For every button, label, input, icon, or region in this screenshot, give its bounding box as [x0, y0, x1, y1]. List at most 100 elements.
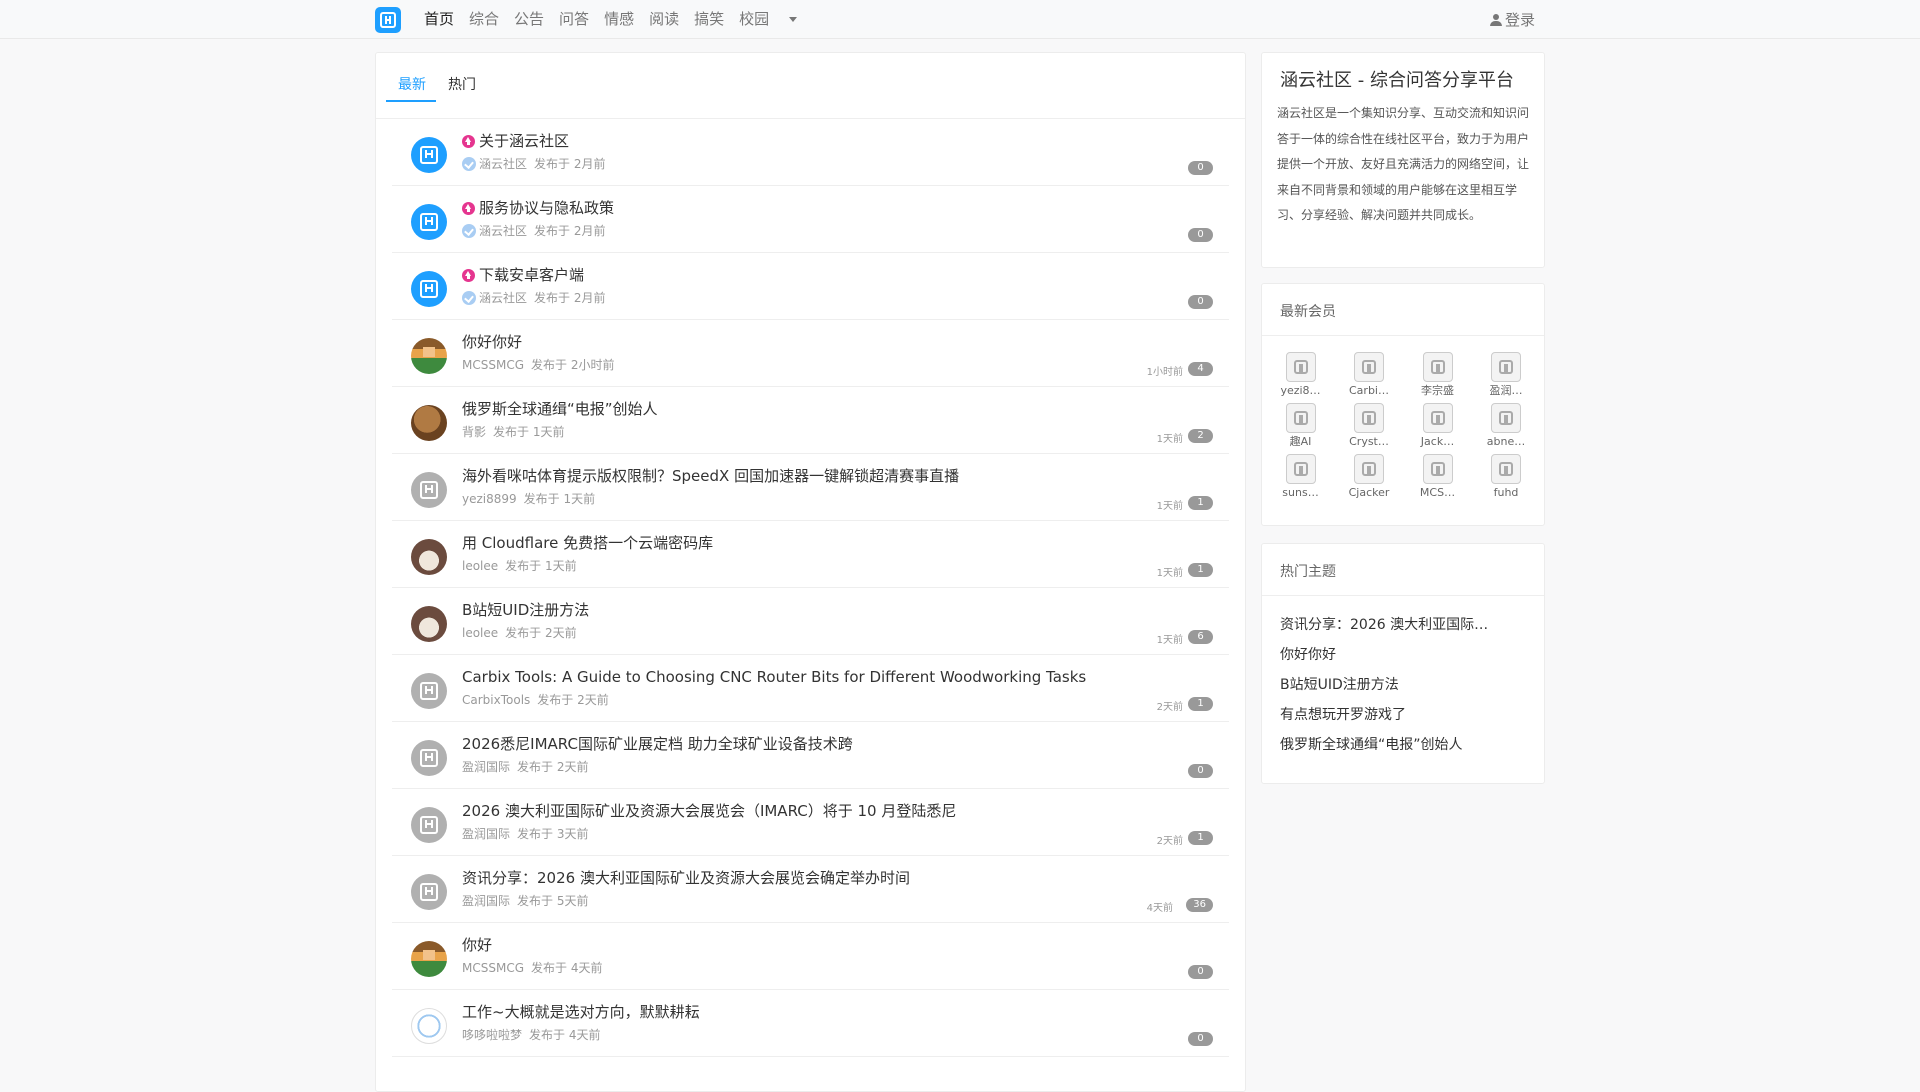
- author-avatar[interactable]: [411, 740, 447, 776]
- topic-author[interactable]: 背影: [462, 424, 486, 440]
- author-avatar[interactable]: [411, 472, 447, 508]
- topic-author[interactable]: MCSSMCG: [462, 960, 524, 976]
- topic-author[interactable]: MCSSMCG: [462, 357, 524, 373]
- nav-item-qa[interactable]: 问答: [559, 9, 589, 29]
- author-avatar[interactable]: [411, 807, 447, 843]
- reply-count-badge: 1: [1188, 496, 1213, 510]
- topic-author[interactable]: 盈润国际: [462, 759, 510, 775]
- author-avatar[interactable]: [411, 338, 447, 374]
- nav-item-reading[interactable]: 阅读: [649, 9, 679, 29]
- topic-title-link[interactable]: 海外看咪咕体育提示版权限制？SpeedX 回国加速器一键解锁超清赛事直播: [462, 466, 959, 486]
- topic-row[interactable]: 下载安卓客户端 涵云社区 发布于 2月前 0: [392, 253, 1229, 320]
- topic-title-link[interactable]: 你好你好: [462, 332, 522, 352]
- member-item[interactable]: 李宗盛: [1410, 352, 1465, 398]
- member-item[interactable]: Carbi…: [1342, 352, 1397, 398]
- topic-posted-time: 发布于 1天前: [493, 425, 565, 439]
- nav-item-emotion[interactable]: 情感: [604, 9, 634, 29]
- author-avatar[interactable]: [411, 606, 447, 642]
- member-item[interactable]: abne…: [1479, 403, 1534, 449]
- topic-title-link[interactable]: 用 Cloudflare 免费搭一个云端密码库: [462, 533, 713, 553]
- topic-row[interactable]: 你好 MCSSMCG 发布于 4天前 0: [392, 923, 1229, 990]
- topic-posted-time: 发布于 3天前: [517, 827, 589, 841]
- topic-author[interactable]: 涵云社区: [479, 223, 527, 239]
- member-item[interactable]: Cjacker: [1342, 454, 1397, 500]
- author-avatar[interactable]: [411, 539, 447, 575]
- hot-topic-link[interactable]: 俄罗斯全球通缉“电报”创始人: [1280, 735, 1463, 755]
- member-item[interactable]: 盈润…: [1479, 352, 1534, 398]
- member-item[interactable]: Cryst…: [1342, 403, 1397, 449]
- topic-title-link[interactable]: 2026 澳大利亚国际矿业及资源大会展览会（IMARC）将于 10 月登陆悉尼: [462, 801, 956, 821]
- topic-title-link[interactable]: Carbix Tools: A Guide to Choosing CNC Ro…: [462, 667, 1086, 687]
- topic-author[interactable]: 盈润国际: [462, 826, 510, 842]
- topic-row[interactable]: 资讯分享：2026 澳大利亚国际矿业及资源大会展览会确定举办时间 盈润国际 发布于 …: [392, 856, 1229, 923]
- topic-row[interactable]: 服务协议与隐私政策 涵云社区 发布于 2月前 0: [392, 186, 1229, 253]
- member-avatar-icon: [1422, 454, 1453, 484]
- topic-row[interactable]: Carbix Tools: A Guide to Choosing CNC Ro…: [392, 655, 1229, 722]
- member-name: Cryst…: [1349, 435, 1389, 448]
- topic-author[interactable]: yezi8899: [462, 491, 517, 507]
- topic-row[interactable]: 你好你好 MCSSMCG 发布于 2小时前 1小时前 4: [392, 320, 1229, 387]
- hot-topics-title: 热门主题: [1280, 564, 1336, 580]
- topic-title-link[interactable]: 服务协议与隐私政策: [462, 198, 614, 218]
- member-name: 趣AI: [1289, 435, 1312, 448]
- topic-author[interactable]: 哆哆啦啦梦: [462, 1027, 522, 1043]
- topic-title-link[interactable]: 2026悉尼IMARC国际矿业展定档 助力全球矿业设备技术跨: [462, 734, 853, 754]
- nav-item-general[interactable]: 综合: [469, 9, 499, 29]
- author-avatar[interactable]: [411, 1008, 447, 1044]
- hot-topic-link[interactable]: B站短UID注册方法: [1280, 675, 1399, 695]
- topic-row[interactable]: 关于涵云社区 涵云社区 发布于 2月前 0: [392, 119, 1229, 186]
- member-item[interactable]: fuhd: [1479, 454, 1534, 500]
- topic-row[interactable]: 俄罗斯全球通缉“电报”创始人 背影 发布于 1天前 1天前 2: [392, 387, 1229, 454]
- tab-latest[interactable]: 最新: [398, 75, 426, 95]
- topic-author[interactable]: 盈润国际: [462, 893, 510, 909]
- author-avatar[interactable]: [411, 941, 447, 977]
- pinned-arrow-icon: [462, 201, 475, 215]
- topic-title-link[interactable]: 关于涵云社区: [462, 131, 569, 151]
- hot-topic-link[interactable]: 资讯分享：2026 澳大利亚国际…: [1280, 615, 1488, 635]
- topic-author[interactable]: leolee: [462, 558, 498, 574]
- topic-title-link[interactable]: 下载安卓客户端: [462, 265, 584, 285]
- site-logo-icon[interactable]: [375, 7, 401, 33]
- topic-row[interactable]: 用 Cloudflare 免费搭一个云端密码库 leolee 发布于 1天前 1天前 1: [392, 521, 1229, 588]
- topic-author[interactable]: leolee: [462, 625, 498, 641]
- nav-item-funny[interactable]: 搞笑: [694, 9, 724, 29]
- author-avatar[interactable]: [411, 271, 447, 307]
- member-avatar-icon: [1285, 454, 1316, 484]
- tab-hot[interactable]: 热门: [448, 75, 476, 95]
- topic-title-link[interactable]: 俄罗斯全球通缉“电报”创始人: [462, 399, 658, 419]
- nav-item-home[interactable]: 首页: [424, 9, 454, 29]
- nav-item-campus[interactable]: 校园: [739, 9, 769, 29]
- member-item[interactable]: 趣AI: [1273, 403, 1328, 449]
- topic-author[interactable]: 涵云社区: [479, 156, 527, 172]
- member-item[interactable]: suns…: [1273, 454, 1328, 500]
- author-avatar[interactable]: [411, 673, 447, 709]
- topic-title-link[interactable]: 工作~大概就是选对方向，默默耕耘: [462, 1002, 700, 1022]
- reply-count-badge: 0: [1188, 295, 1213, 309]
- member-name: yezi8…: [1280, 384, 1321, 397]
- topic-row[interactable]: B站短UID注册方法 leolee 发布于 2天前 1天前 6: [392, 588, 1229, 655]
- topic-row[interactable]: 海外看咪咕体育提示版权限制？SpeedX 回国加速器一键解锁超清赛事直播 yezi…: [392, 454, 1229, 521]
- login-link[interactable]: 登录: [1490, 9, 1535, 30]
- member-item[interactable]: MCS…: [1410, 454, 1465, 500]
- topic-title-link[interactable]: 你好: [462, 935, 492, 955]
- topic-posted-time: 发布于 2天前: [517, 760, 589, 774]
- nav-item-announcement[interactable]: 公告: [514, 9, 544, 29]
- topic-author[interactable]: 涵云社区: [479, 290, 527, 306]
- topic-title-link[interactable]: 资讯分享：2026 澳大利亚国际矿业及资源大会展览会确定举办时间: [462, 868, 910, 888]
- topic-row[interactable]: 工作~大概就是选对方向，默默耕耘 哆哆啦啦梦 发布于 4天前 0: [392, 990, 1229, 1057]
- member-item[interactable]: Jack…: [1410, 403, 1465, 449]
- author-avatar[interactable]: [411, 204, 447, 240]
- member-item[interactable]: yezi8…: [1273, 352, 1328, 398]
- nav-more-dropdown-icon[interactable]: [789, 16, 798, 22]
- hot-topic-link[interactable]: 有点想玩开罗游戏了: [1280, 705, 1406, 725]
- hot-topic-link[interactable]: 你好你好: [1280, 645, 1336, 665]
- topic-list: 关于涵云社区 涵云社区 发布于 2月前 0 服务协议与隐私政策 涵云社区 发布于 2月前 0 下…: [376, 119, 1245, 1057]
- topic-title-link[interactable]: B站短UID注册方法: [462, 600, 589, 620]
- author-avatar[interactable]: [411, 405, 447, 441]
- author-avatar[interactable]: [411, 137, 447, 173]
- topic-row[interactable]: 2026 澳大利亚国际矿业及资源大会展览会（IMARC）将于 10 月登陆悉尼盈…: [392, 789, 1229, 856]
- topic-row[interactable]: 2026悉尼IMARC国际矿业展定档 助力全球矿业设备技术跨盈润国际 发布于 2天…: [392, 722, 1229, 789]
- author-avatar[interactable]: [411, 874, 447, 910]
- topic-author[interactable]: CarbixTools: [462, 692, 530, 708]
- last-reply-time: 1小时前: [1146, 367, 1183, 378]
